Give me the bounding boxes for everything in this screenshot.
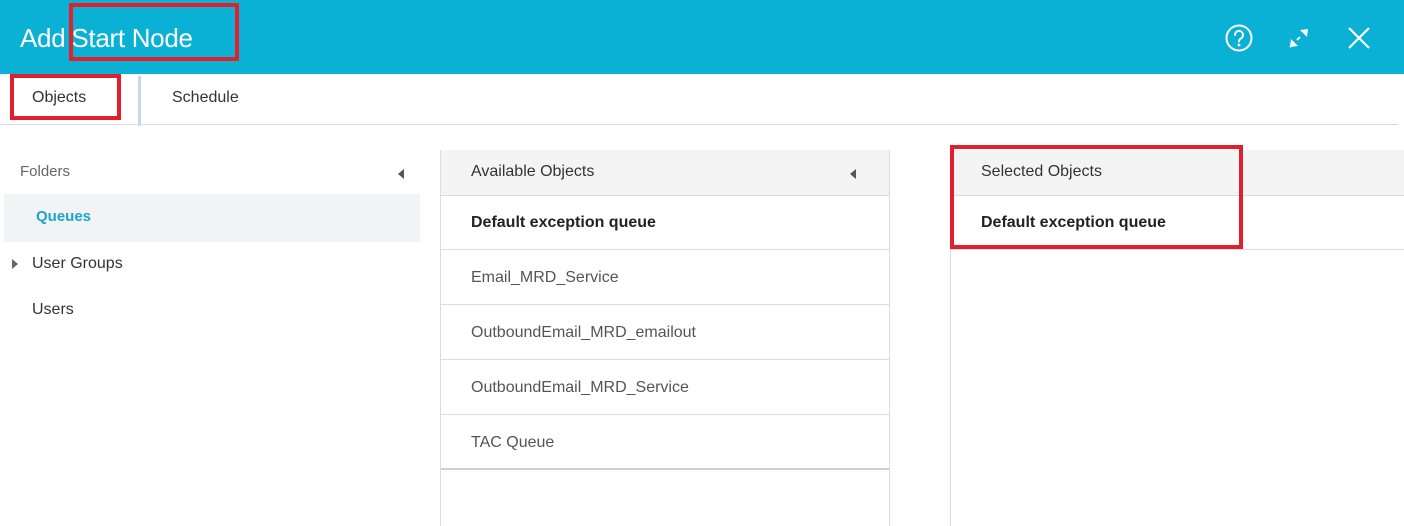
close-icon	[1348, 27, 1370, 49]
list-item[interactable]: Email_MRD_Service	[441, 250, 889, 305]
folder-item-queues[interactable]: Queues	[36, 194, 91, 240]
available-objects-panel: Available Objects Default exception queu…	[440, 150, 890, 526]
tab-divider	[138, 76, 141, 126]
title-actions	[1222, 18, 1376, 58]
tab-bar-divider	[0, 124, 1398, 125]
available-objects-header: Available Objects	[441, 150, 889, 196]
available-objects-list: Default exception queue Email_MRD_Servic…	[441, 195, 889, 470]
folder-item-user-groups[interactable]: User Groups	[32, 241, 123, 287]
folder-item-users[interactable]: Users	[32, 287, 74, 333]
help-icon	[1225, 24, 1253, 52]
collapse-folders-icon[interactable]	[398, 169, 404, 179]
list-item[interactable]: OutboundEmail_MRD_emailout	[441, 305, 889, 360]
title-highlight-box	[69, 3, 239, 61]
collapse-available-icon[interactable]	[850, 169, 856, 179]
expand-button[interactable]	[1282, 21, 1316, 55]
expand-user-groups-icon[interactable]	[12, 259, 18, 269]
dialog-title-prefix: Add	[20, 23, 66, 53]
expand-icon	[1289, 28, 1309, 48]
objects-tab-highlight-box	[10, 74, 121, 120]
close-button[interactable]	[1342, 21, 1376, 55]
selected-objects-highlight-box	[950, 145, 1243, 249]
list-item[interactable]: TAC Queue	[441, 415, 889, 470]
help-button[interactable]	[1222, 21, 1256, 55]
list-item[interactable]: OutboundEmail_MRD_Service	[441, 360, 889, 415]
available-objects-title: Available Objects	[471, 163, 595, 180]
list-item[interactable]: Default exception queue	[441, 195, 889, 250]
tab-schedule[interactable]: Schedule	[172, 74, 239, 122]
folders-title: Folders	[20, 163, 71, 180]
